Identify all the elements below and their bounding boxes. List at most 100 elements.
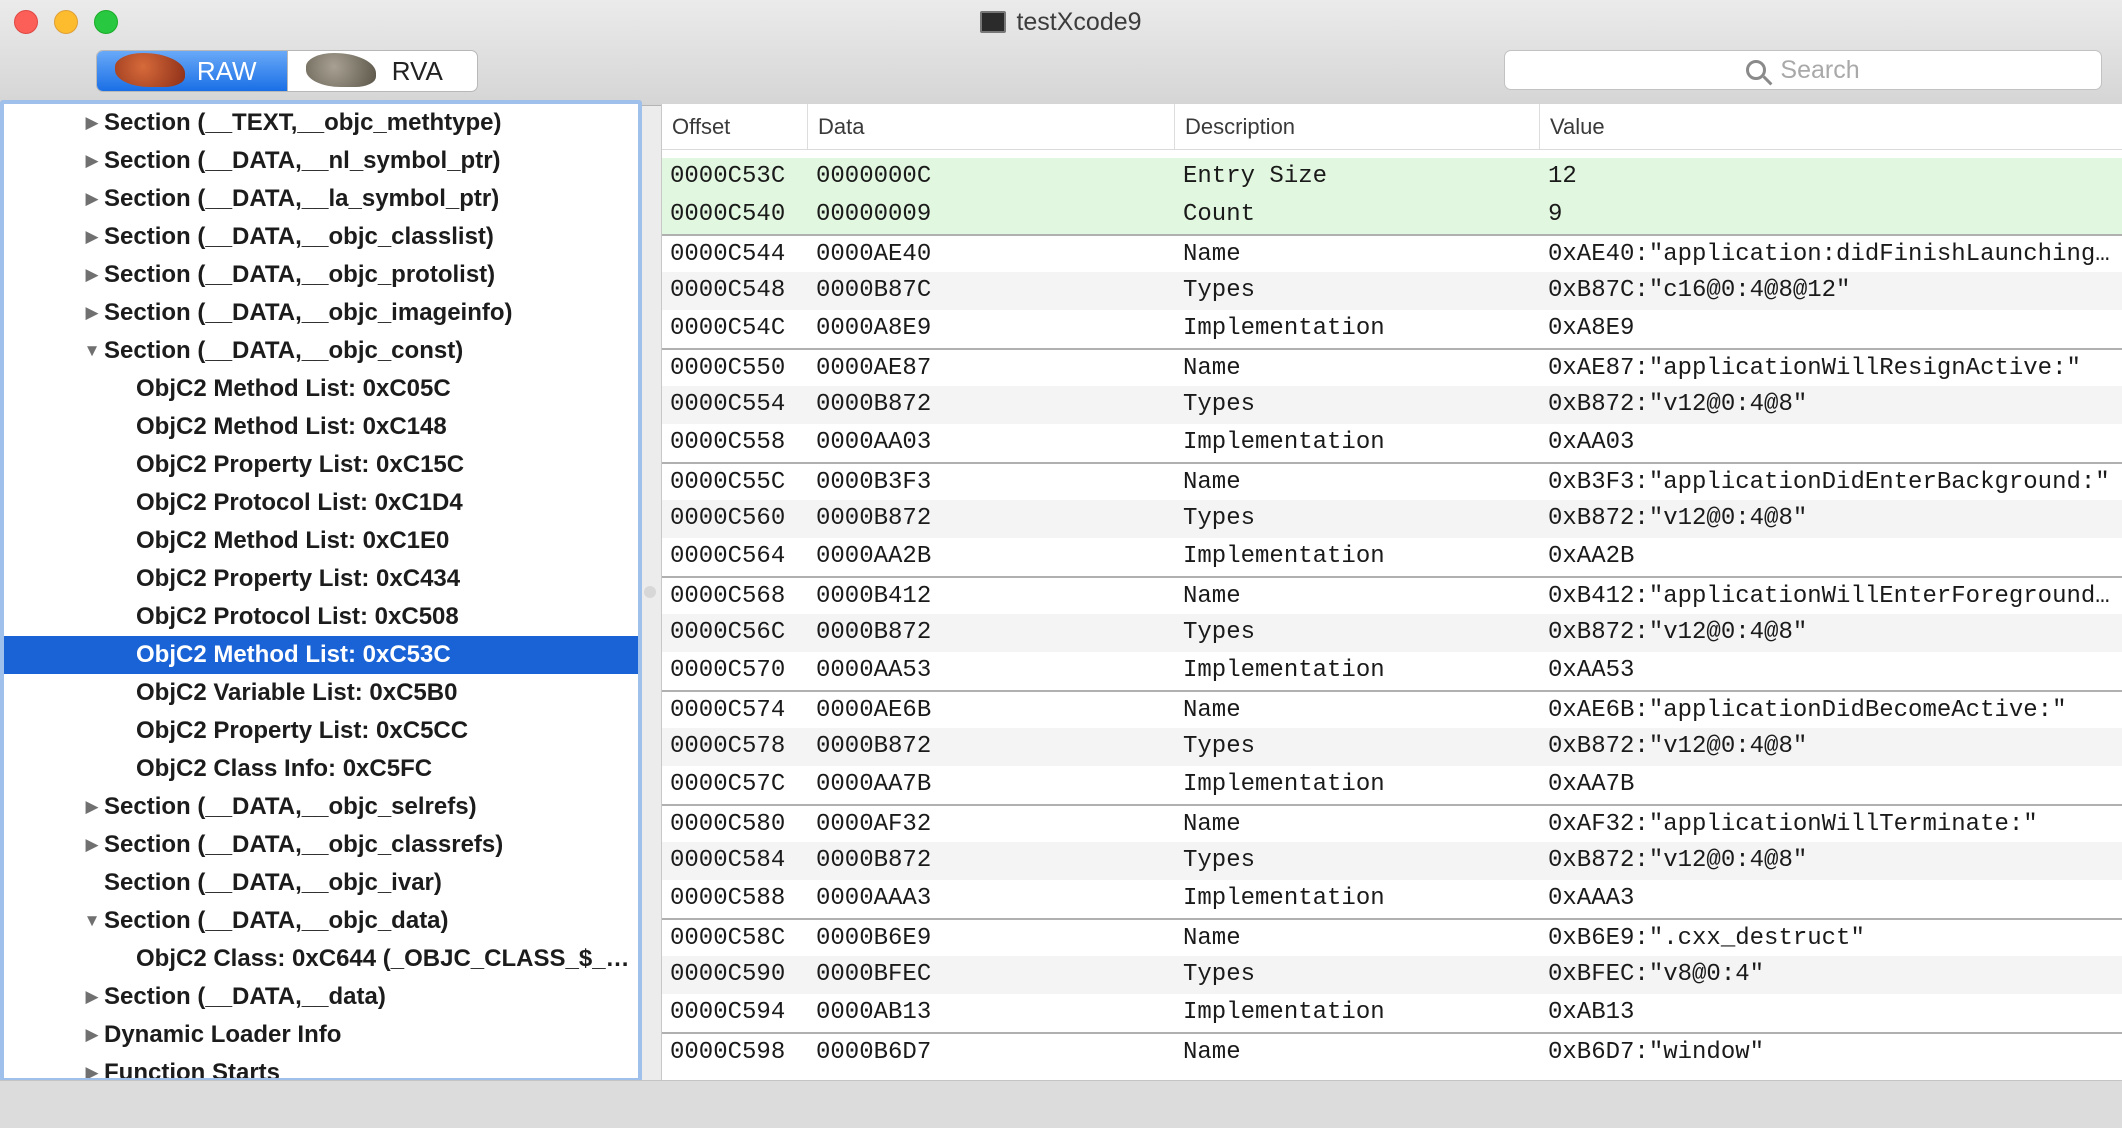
title-bar: testXcode9 RAW RVA Search bbox=[0, 0, 2122, 106]
table-row[interactable]: 0000C550 0000AE87 Name 0xAE87:"applicationW… bbox=[662, 348, 2122, 386]
table-row[interactable]: 0000C56C 0000B872 Types 0xB872:"v12@0:4@8" bbox=[662, 614, 2122, 652]
offset-cell: 0000C550 bbox=[670, 355, 786, 382]
detail-table: Offset Data Description Value 0000C53C 00… bbox=[661, 104, 2122, 1080]
outline-item-row[interactable]: ObjC2 Property List: 0xC5CC bbox=[4, 712, 638, 750]
data-cell: 0000B872 bbox=[816, 619, 932, 646]
value-cell: 0xAA53 bbox=[1548, 657, 1635, 684]
outline-section-row[interactable]: ▶ Section (__DATA,__objc_protolist) bbox=[4, 256, 638, 294]
table-row[interactable]: 0000C54C 0000A8E9 Implementation 0xA8E9 bbox=[662, 310, 2122, 348]
disclosure-collapsed-icon[interactable]: ▶ bbox=[82, 1016, 102, 1054]
description-cell: Implementation bbox=[1183, 771, 1385, 798]
data-cell: 0000B412 bbox=[816, 583, 932, 610]
table-row[interactable]: 0000C548 0000B87C Types 0xB87C:"c16@0:4@8@1… bbox=[662, 272, 2122, 310]
data-cell: 0000BFEC bbox=[816, 961, 932, 988]
table-row[interactable]: 0000C594 0000AB13 Implementation 0xAB13 bbox=[662, 994, 2122, 1032]
disclosure-expanded-icon[interactable]: ▼ bbox=[82, 902, 102, 940]
disclosure-collapsed-icon[interactable]: ▶ bbox=[82, 256, 102, 294]
disclosure-collapsed-icon[interactable]: ▶ bbox=[82, 788, 102, 826]
table-row[interactable]: 0000C58C 0000B6E9 Name 0xB6E9:".cxx_destruc… bbox=[662, 918, 2122, 956]
outline-section-row[interactable]: ▶ Section (__DATA,__objc_classlist) bbox=[4, 218, 638, 256]
table-row[interactable]: 0000C588 0000AAA3 Implementation 0xAAA3 bbox=[662, 880, 2122, 918]
disclosure-collapsed-icon[interactable]: ▶ bbox=[82, 142, 102, 180]
column-header-value[interactable]: Value bbox=[1540, 104, 2122, 149]
disclosure-collapsed-icon[interactable]: ▶ bbox=[82, 1054, 102, 1078]
value-cell: 0xB6E9:".cxx_destruct" bbox=[1548, 925, 1865, 952]
outline-section-row[interactable]: ▼ Section (__DATA,__objc_data) bbox=[4, 902, 638, 940]
split-view-divider-handle[interactable] bbox=[644, 586, 656, 598]
outline-section-row[interactable]: ▶ Section (__DATA,__objc_classrefs) bbox=[4, 826, 638, 864]
value-cell: 0xB6D7:"window" bbox=[1548, 1039, 1765, 1066]
table-row[interactable]: 0000C570 0000AA53 Implementation 0xAA53 bbox=[662, 652, 2122, 690]
outline-section-row[interactable]: ▶ Dynamic Loader Info bbox=[4, 1016, 638, 1054]
value-cell: 0xB412:"applicationWillEnterForeground:" bbox=[1548, 583, 2122, 610]
table-row[interactable]: 0000C57C 0000AA7B Implementation 0xAA7B bbox=[662, 766, 2122, 804]
disclosure-collapsed-icon[interactable]: ▶ bbox=[82, 180, 102, 218]
outline-item-row[interactable]: ObjC2 Protocol List: 0xC1D4 bbox=[4, 484, 638, 522]
outline-item-row[interactable]: ObjC2 Method List: 0xC05C bbox=[4, 370, 638, 408]
table-row[interactable]: 0000C540 00000009 Count 9 bbox=[662, 196, 2122, 234]
description-cell: Count bbox=[1183, 201, 1256, 228]
outline-section-row[interactable]: ▼ Section (__DATA,__objc_const) bbox=[4, 332, 638, 370]
table-row[interactable]: 0000C580 0000AF32 Name 0xAF32:"applicationW… bbox=[662, 804, 2122, 842]
outline-item-row[interactable]: ObjC2 Variable List: 0xC5B0 bbox=[4, 674, 638, 712]
outline-item-row[interactable]: ObjC2 Property List: 0xC434 bbox=[4, 560, 638, 598]
raw-mode-label: RAW bbox=[196, 55, 257, 86]
disclosure-collapsed-icon[interactable]: ▶ bbox=[82, 826, 102, 864]
outline-item-row[interactable]: ObjC2 Property List: 0xC15C bbox=[4, 446, 638, 484]
outline-section-row[interactable]: ▶ Section (__DATA,__objc_selrefs) bbox=[4, 788, 638, 826]
outline-item-row[interactable]: ObjC2 Method List: 0xC1E0 bbox=[4, 522, 638, 560]
value-cell: 0xAE40:"application:didFinishLaunchingWi… bbox=[1548, 241, 2122, 268]
table-row[interactable]: 0000C568 0000B412 Name 0xB412:"applicationW… bbox=[662, 576, 2122, 614]
table-row[interactable]: 0000C55C 0000B3F3 Name 0xB3F3:"applicationD… bbox=[662, 462, 2122, 500]
table-row[interactable]: 0000C560 0000B872 Types 0xB872:"v12@0:4@8" bbox=[662, 500, 2122, 538]
offset-cell: 0000C590 bbox=[670, 961, 786, 988]
offset-cell: 0000C58C bbox=[670, 925, 786, 952]
outline-item-row[interactable]: ObjC2 Method List: 0xC53C bbox=[4, 636, 638, 674]
column-header-offset[interactable]: Offset bbox=[662, 104, 808, 149]
table-row[interactable]: 0000C578 0000B872 Types 0xB872:"v12@0:4@8" bbox=[662, 728, 2122, 766]
outline-item-label: ObjC2 Protocol List: 0xC1D4 bbox=[136, 489, 463, 516]
table-row[interactable]: 0000C584 0000B872 Types 0xB872:"v12@0:4@8" bbox=[662, 842, 2122, 880]
table-row[interactable]: 0000C544 0000AE40 Name 0xAE40:"application:… bbox=[662, 234, 2122, 272]
outline-section-row[interactable]: Section (__DATA,__objc_ivar) bbox=[4, 864, 638, 902]
outline-section-row[interactable]: ▶ Function Starts bbox=[4, 1054, 638, 1082]
outline-item-label: Section (__DATA,__objc_classlist) bbox=[104, 223, 494, 250]
outline-section-row[interactable]: ▶ Section (__DATA,__la_symbol_ptr) bbox=[4, 180, 638, 218]
outline-item-row[interactable]: ObjC2 Class Info: 0xC5FC bbox=[4, 750, 638, 788]
description-cell: Types bbox=[1183, 733, 1256, 760]
description-cell: Name bbox=[1183, 925, 1241, 952]
search-field[interactable]: Search bbox=[1504, 50, 2102, 90]
disclosure-collapsed-icon[interactable]: ▶ bbox=[82, 104, 102, 142]
raw-mode-button[interactable]: RAW bbox=[97, 51, 287, 91]
table-row[interactable]: 0000C558 0000AA03 Implementation 0xAA03 bbox=[662, 424, 2122, 462]
description-cell: Name bbox=[1183, 1039, 1241, 1066]
disclosure-collapsed-icon[interactable]: ▶ bbox=[82, 978, 102, 1016]
disclosure-collapsed-icon[interactable]: ▶ bbox=[82, 218, 102, 256]
outline-section-row[interactable]: ▶ Section (__DATA,__nl_symbol_ptr) bbox=[4, 142, 638, 180]
offset-cell: 0000C574 bbox=[670, 697, 786, 724]
outline-item-row[interactable]: ObjC2 Class: 0xC644 (_OBJC_CLASS_$_AppDe… bbox=[4, 940, 638, 978]
outline-section-row[interactable]: ▶ Section (__DATA,__data) bbox=[4, 978, 638, 1016]
outline-view[interactable]: ▶ Section (__TEXT,__objc_methtype) ▶ Sectio… bbox=[0, 100, 642, 1082]
outline-item-label: ObjC2 Method List: 0xC53C bbox=[136, 641, 451, 668]
disclosure-expanded-icon[interactable]: ▼ bbox=[82, 332, 102, 370]
outline-section-row[interactable]: ▶ Section (__DATA,__objc_imageinfo) bbox=[4, 294, 638, 332]
table-row[interactable]: 0000C53C 0000000C Entry Size 12 bbox=[662, 158, 2122, 196]
table-row[interactable]: 0000C574 0000AE6B Name 0xAE6B:"applicationD… bbox=[662, 690, 2122, 728]
window-title: testXcode9 bbox=[0, 8, 2122, 37]
outline-item-label: Function Starts bbox=[104, 1059, 281, 1082]
rva-mode-button[interactable]: RVA bbox=[286, 51, 478, 91]
table-row[interactable]: 0000C598 0000B6D7 Name 0xB6D7:"window" bbox=[662, 1032, 2122, 1070]
outline-item-row[interactable]: ObjC2 Protocol List: 0xC508 bbox=[4, 598, 638, 636]
disclosure-collapsed-icon[interactable]: ▶ bbox=[82, 294, 102, 332]
column-header-description[interactable]: Description bbox=[1175, 104, 1540, 149]
table-row[interactable]: 0000C554 0000B872 Types 0xB872:"v12@0:4@8" bbox=[662, 386, 2122, 424]
outline-section-row[interactable]: ▶ Section (__TEXT,__objc_methtype) bbox=[4, 104, 638, 142]
column-header-data[interactable]: Data bbox=[808, 104, 1175, 149]
offset-cell: 0000C56C bbox=[670, 619, 786, 646]
table-row[interactable]: 0000C564 0000AA2B Implementation 0xAA2B bbox=[662, 538, 2122, 576]
outline-item-row[interactable]: ObjC2 Method List: 0xC148 bbox=[4, 408, 638, 446]
offset-cell: 0000C558 bbox=[670, 429, 786, 456]
description-cell: Types bbox=[1183, 505, 1256, 532]
table-row[interactable]: 0000C590 0000BFEC Types 0xBFEC:"v8@0:4" bbox=[662, 956, 2122, 994]
